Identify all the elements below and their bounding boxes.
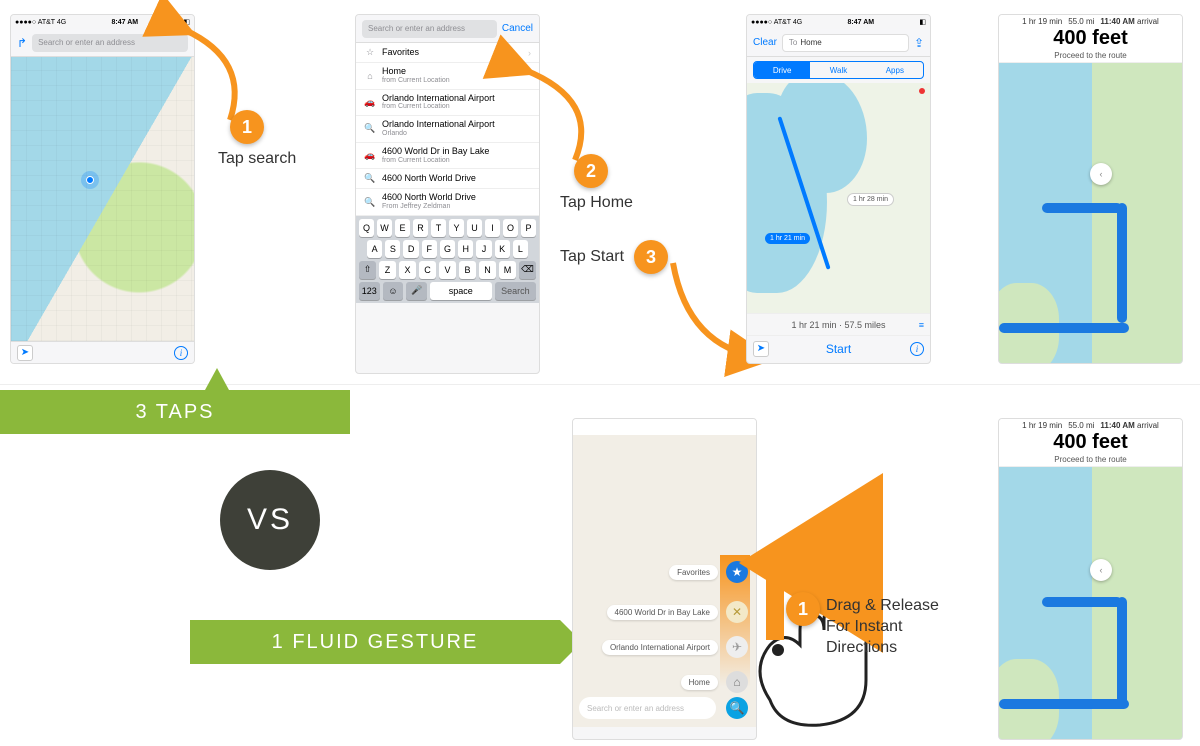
phone-navigation-top: 1 hr 19 min55.0 mi 11:40 AM arrival 400 … <box>998 14 1183 364</box>
transport-segmented[interactable]: Drive Walk Apps <box>753 61 924 79</box>
search-icon: 🔍 <box>364 197 376 208</box>
gesture-map[interactable]: Favorites ★ 4600 World Dr in Bay Lake ✕ … <box>573 435 756 727</box>
car-icon: 🚗 <box>364 97 376 108</box>
locate-button[interactable]: ➤ <box>17 345 33 361</box>
clear-button[interactable]: Clear <box>753 37 777 48</box>
gesture-chip[interactable]: Orlando International Airport <box>602 640 718 655</box>
carrier: ●●●●○ AT&T 4G <box>15 19 66 26</box>
vs-circle: VS <box>220 470 320 570</box>
list-item[interactable]: 🔍4600 North World Drive <box>356 169 539 189</box>
gesture-arrow-up <box>760 555 790 645</box>
nav-header: 1 hr 19 min55.0 mi 11:40 AM arrival 400 … <box>999 15 1182 63</box>
list-item[interactable]: 🚗4600 World Dr in Bay Lakefrom Current L… <box>356 143 539 170</box>
nav-map[interactable]: ‹ <box>999 467 1182 739</box>
next-distance: 400 feet <box>1053 27 1128 50</box>
map-toolbar: ➤ i <box>11 341 194 363</box>
search-bar-2: Search or enter an address Cancel <box>356 15 539 43</box>
favorites-row[interactable]: ☆ Favorites › <box>356 43 539 63</box>
gesture-chip[interactable]: 4600 World Dr in Bay Lake <box>607 605 718 620</box>
search-bar: ↱ Search or enter an address <box>11 29 194 57</box>
suggestion-list: ☆ Favorites › ⌂Homefrom Current Location… <box>356 43 539 216</box>
star-chip-icon[interactable]: ★ <box>726 561 748 583</box>
star-icon: ☆ <box>364 47 376 58</box>
eta-pill-2: 1 hr 28 min <box>847 193 894 206</box>
step-badge-2: 2 <box>574 154 608 188</box>
step-badge-3: 3 <box>634 240 668 274</box>
seg-apps[interactable]: Apps <box>867 62 923 78</box>
route-header: Clear ToHome ⇪ <box>747 29 930 57</box>
phone-suggestions: Search or enter an address Cancel ☆ Favo… <box>355 14 540 374</box>
share-icon[interactable]: ⇪ <box>914 36 924 50</box>
search-input[interactable]: Search or enter an address <box>32 34 188 52</box>
gesture-chip[interactable]: Home <box>681 675 718 690</box>
clock: 8:47 AM <box>112 19 139 26</box>
cancel-button[interactable]: Cancel <box>502 23 533 34</box>
banner-taps: 3 TAPS <box>0 390 350 434</box>
divider <box>0 384 1200 385</box>
destination-field[interactable]: ToHome <box>782 34 909 52</box>
home-icon: ⌂ <box>364 71 376 81</box>
phone-search: ●●●●○ AT&T 4G 8:47 AM ◧ ↱ Search or ente… <box>10 14 195 364</box>
destination-pin <box>919 88 925 94</box>
nav-instruction: Proceed to the route <box>1054 51 1127 60</box>
recenter-button[interactable]: ‹ <box>1090 163 1112 185</box>
gesture-caption: Drag & ReleaseFor InstantDirections <box>826 596 939 658</box>
step-badge-1: 1 <box>230 110 264 144</box>
directions-icon[interactable]: ↱ <box>17 36 27 50</box>
info-button[interactable]: i <box>174 346 188 360</box>
start-bar: ➤ Start i <box>747 335 930 361</box>
list-item[interactable]: 🔍Orlando International AirportOrlando <box>356 116 539 143</box>
gesture-chip[interactable]: Favorites <box>669 565 718 580</box>
map[interactable] <box>11 57 194 341</box>
eta-pill-1: 1 hr 21 min <box>765 233 810 244</box>
list-item[interactable]: 🔍4600 North World DriveFrom Jeffrey Zeld… <box>356 189 539 216</box>
gesture-badge-1: 1 <box>786 592 820 626</box>
seg-walk[interactable]: Walk <box>810 62 866 78</box>
list-item[interactable]: 🚗Orlando International Airportfrom Curre… <box>356 90 539 117</box>
phone-gesture: Favorites ★ 4600 World Dr in Bay Lake ✕ … <box>572 418 757 740</box>
recenter-button[interactable]: ‹ <box>1090 559 1112 581</box>
step-3-label: Tap Start <box>560 248 624 266</box>
seg-drive[interactable]: Drive <box>754 62 810 78</box>
start-button[interactable]: Start <box>826 342 851 356</box>
status-bar: ●●●●○ AT&T 4G 8:47 AM ◧ <box>11 15 194 29</box>
search-icon: 🔍 <box>364 173 376 184</box>
chevron-right-icon: › <box>528 48 531 58</box>
step-1-label: Tap search <box>218 150 296 168</box>
nav-header: 1 hr 19 min55.0 mi 11:40 AM arrival 400 … <box>999 419 1182 467</box>
route-summary: 1 hr 21 min · 57.5 miles ≡ <box>747 313 930 335</box>
phone-navigation-bottom: 1 hr 19 min55.0 mi 11:40 AM arrival 400 … <box>998 418 1183 740</box>
car-icon: 🚗 <box>364 150 376 161</box>
status-bar: ●●●●○ AT&T 4G 8:47 AM ◧ <box>747 15 930 29</box>
banner-gesture: 1 FLUID GESTURE <box>190 620 560 664</box>
list-item[interactable]: ⌂Homefrom Current Location <box>356 63 539 90</box>
info-button[interactable]: i <box>910 342 924 356</box>
step-2-label: Tap Home <box>560 194 633 212</box>
search-input-2[interactable]: Search or enter an address <box>362 20 497 38</box>
route-map[interactable]: 1 hr 21 min 1 hr 28 min <box>747 83 930 313</box>
locate-button[interactable]: ➤ <box>753 341 769 357</box>
current-location-dot <box>81 171 99 189</box>
keyboard[interactable]: QWERTYUIOP ASDFGHJKL ⇧ZXCVBNM⌫ 123☺🎤spac… <box>356 216 539 303</box>
phone-route: ●●●●○ AT&T 4G 8:47 AM ◧ Clear ToHome ⇪ D… <box>746 14 931 364</box>
nav-map[interactable]: ‹ <box>999 63 1182 363</box>
list-icon[interactable]: ≡ <box>919 320 924 330</box>
search-icon: 🔍 <box>364 123 376 134</box>
gesture-search[interactable]: Search or enter an address <box>579 697 716 719</box>
